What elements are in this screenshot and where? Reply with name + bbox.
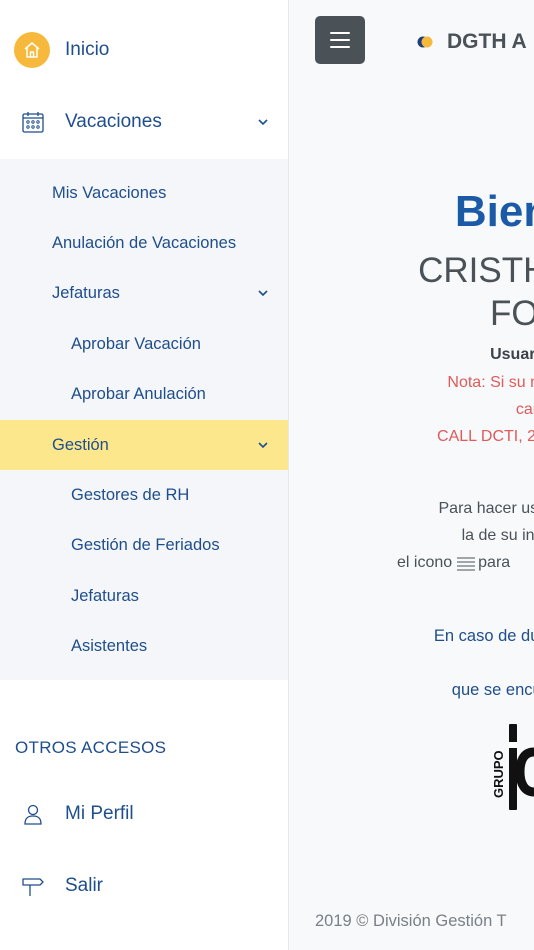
nav-vacaciones-label: Vacaciones	[65, 111, 162, 132]
calendar-icon	[21, 110, 45, 134]
home-icon	[14, 32, 50, 68]
sub-gestion-label: Gestión	[52, 435, 109, 454]
sub-gestion-feriados[interactable]: Gestión de Feriados	[0, 520, 288, 570]
sub-anulacion-vacaciones-label: Anulación de Vacaciones	[52, 233, 237, 252]
sub-mis-vacaciones-label: Mis Vacaciones	[52, 183, 167, 202]
nav-salir-label: Salir	[65, 875, 104, 896]
sub-aprobar-anulacion-label: Aprobar Anulación	[71, 384, 206, 403]
hamburger-icon[interactable]	[315, 16, 365, 64]
header-title: DGTH A	[447, 30, 527, 53]
instructions-line3-start: el icono	[397, 554, 453, 571]
main-content: DGTH A Bienve CRISTHIAN L FON Usuario L …	[289, 0, 534, 950]
instructions-line3: el icono para	[397, 554, 510, 572]
sub-aprobar-anulacion[interactable]: Aprobar Anulación	[0, 369, 288, 419]
sub-gestion-feriados-label: Gestión de Feriados	[71, 535, 220, 554]
nav-vacaciones[interactable]: Vacaciones	[0, 102, 288, 142]
nav-inicio[interactable]: Inicio	[0, 30, 288, 70]
chevron-down-icon	[258, 119, 268, 126]
sub-jefaturas-label: Jefaturas	[52, 283, 120, 302]
sub-jefaturas-gestion[interactable]: Jefaturas	[0, 571, 288, 621]
sub-mis-vacaciones[interactable]: Mis Vacaciones	[0, 168, 288, 218]
sub-gestores-rh-label: Gestores de RH	[71, 485, 190, 504]
sub-asistentes-label: Asistentes	[71, 636, 148, 655]
sub-gestores-rh[interactable]: Gestores de RH	[0, 470, 288, 520]
nav-inicio-label: Inicio	[65, 39, 110, 60]
usuario-label: Usuario L	[490, 346, 534, 363]
note-line2: car	[515, 401, 534, 418]
sub-asistentes[interactable]: Asistentes	[0, 621, 288, 671]
sub-aprobar-vacacion-label: Aprobar Vacación	[71, 334, 201, 353]
welcome-title: Bienve	[454, 187, 534, 236]
nav-mi-perfil[interactable]: Mi Perfil	[0, 794, 288, 834]
otros-accesos-heading: OTROS ACCESOS	[15, 738, 167, 757]
user-name-line2: FON	[490, 294, 534, 333]
vacaciones-submenu: Mis Vacaciones Anulación de Vacaciones J…	[0, 159, 288, 680]
list-icon	[457, 557, 476, 571]
group-logo-text: GRUPO	[491, 750, 506, 798]
instructions-line1: Para hacer uso de las dif	[438, 500, 534, 517]
user-name-line1: CRISTHIAN L	[418, 251, 534, 290]
header-brand: DGTH A	[417, 30, 527, 54]
note-line1: Nota: Si su nombre no	[447, 374, 534, 391]
sub-gestion[interactable]: Gestión	[0, 420, 288, 470]
instructions-line2: la de su interés en	[461, 527, 534, 544]
sub-jefaturas[interactable]: Jefaturas	[0, 268, 288, 318]
brand-logo-icon	[417, 36, 433, 48]
sub-aprobar-vacacion[interactable]: Aprobar Vacación	[0, 319, 288, 369]
group-logo: GRUPO	[487, 722, 534, 814]
note-line3: CALL DCTI, 2000-8330 o	[437, 428, 534, 445]
contact-text[interactable]: En caso de duda o consu	[434, 627, 534, 646]
sub-anulacion-vacaciones[interactable]: Anulación de Vacaciones	[0, 218, 288, 268]
chevron-down-icon	[258, 442, 268, 449]
instructions-line3-end: para	[478, 554, 511, 571]
signpost-icon	[21, 874, 45, 898]
location-text[interactable]: que se encuentra en	[452, 681, 534, 700]
footer-text: 2019 © División Gestión T	[315, 912, 507, 930]
sidebar: Inicio Vacaciones Mis Vacaciones Anulaci…	[0, 0, 289, 950]
user-icon	[21, 802, 45, 826]
sub-jefaturas-gestion-label: Jefaturas	[71, 586, 139, 605]
nav-salir[interactable]: Salir	[0, 866, 288, 906]
nav-mi-perfil-label: Mi Perfil	[65, 803, 134, 824]
chevron-down-icon	[258, 290, 268, 297]
